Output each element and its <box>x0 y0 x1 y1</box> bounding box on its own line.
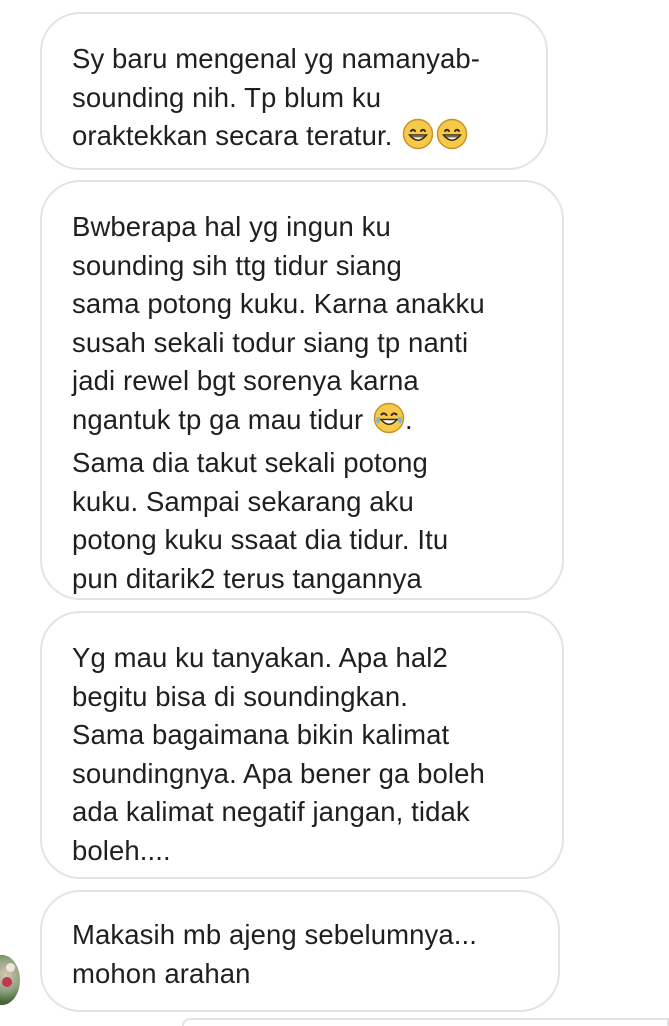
avatar-detail <box>6 963 15 972</box>
message-bubble-2[interactable]: Bwberapa hal yg ingun ku sounding sih tt… <box>40 180 564 600</box>
message-text: Yg mau ku tanyakan. Apa hal2 begitu bisa… <box>72 642 485 866</box>
sender-avatar[interactable] <box>0 955 20 1005</box>
grinning-face-emoji-icon <box>436 118 468 161</box>
tears-of-joy-emoji-icon <box>373 402 405 445</box>
message-bubble-3[interactable]: Yg mau ku tanyakan. Apa hal2 begitu bisa… <box>40 611 564 879</box>
grinning-face-emoji-icon <box>402 118 434 161</box>
message-text-part: Bwberapa hal yg ingun ku sounding sih tt… <box>72 211 485 435</box>
message-thread: Sy baru mengenal yg namanyab- sounding n… <box>0 0 669 1026</box>
message-text: Makasih mb ajeng sebelumnya... mohon ara… <box>72 919 478 989</box>
message-text: Sy baru mengenal yg namanyab- sounding n… <box>72 40 516 161</box>
message-bubble-1[interactable]: Sy baru mengenal yg namanyab- sounding n… <box>40 12 548 170</box>
message-text: Bwberapa hal yg ingun ku sounding sih tt… <box>72 208 532 598</box>
avatar-detail <box>2 977 12 987</box>
message-input-edge[interactable] <box>182 1018 669 1026</box>
message-bubble-4[interactable]: Makasih mb ajeng sebelumnya... mohon ara… <box>40 890 560 1012</box>
